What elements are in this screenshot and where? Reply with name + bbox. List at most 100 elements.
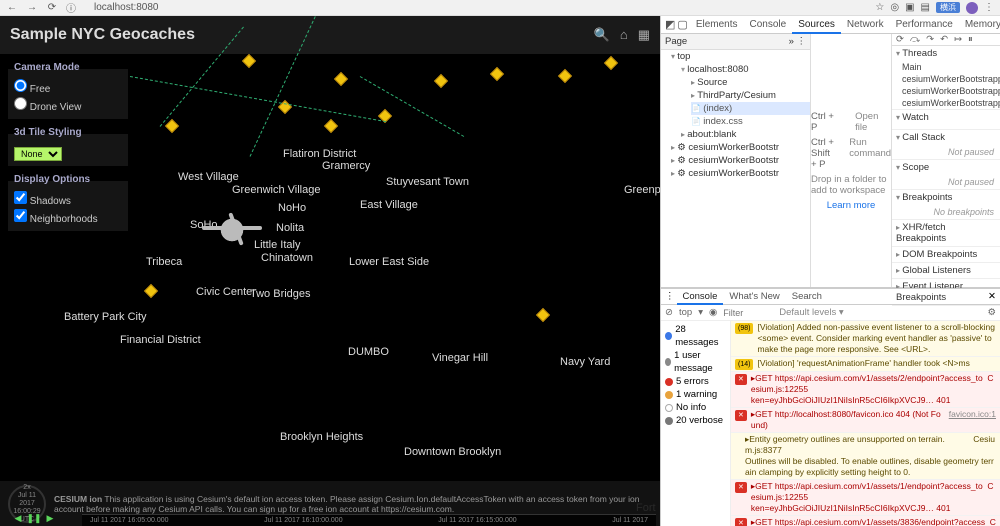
drawer-menu-icon[interactable]: ⋮ xyxy=(665,291,675,302)
thread-item[interactable]: Main xyxy=(892,61,1000,73)
forward-button[interactable]: → xyxy=(26,2,38,13)
learn-more-link[interactable]: Learn more xyxy=(827,200,876,211)
console-settings-icon[interactable]: ⚙ xyxy=(987,307,996,318)
device-icon[interactable]: ▢ xyxy=(677,18,687,31)
debugger-control-icon[interactable]: ⤼ xyxy=(910,34,920,45)
neighborhoods-checkbox[interactable]: Neighborhoods xyxy=(14,209,122,227)
neighborhood-label: DUMBO xyxy=(348,346,389,358)
console-messages[interactable]: (98)[Violation] Added non-passive event … xyxy=(731,321,1000,526)
cesium-viewer[interactable]: Sample NYC Geocaches 🔍 ⌂ ▦ Camera Mode F… xyxy=(0,16,660,526)
shadows-checkbox[interactable]: Shadows xyxy=(14,191,122,209)
debugger-section[interactable]: ScopeNot paused xyxy=(892,160,1000,190)
menu-icon[interactable]: ⋮ xyxy=(984,2,994,13)
tree-top[interactable]: top localhost:8080 SourceThirdParty/Cesi… xyxy=(671,50,810,141)
geocache-marker[interactable] xyxy=(165,119,179,133)
camera-mode-free[interactable]: Free xyxy=(14,79,122,97)
extension-icon[interactable]: ◎ xyxy=(890,2,899,13)
tree-about-blank[interactable]: about:blank xyxy=(681,128,810,141)
geocache-marker[interactable] xyxy=(604,56,618,70)
console-message[interactable]: ✕▸GET https://api.cesium.com/v1/assets/1… xyxy=(731,480,1000,516)
pause-button[interactable]: ❚❚ xyxy=(28,512,40,524)
filter-input[interactable] xyxy=(723,308,773,318)
threads-section[interactable]: Threads MaincesiumWorkerBootstrapper.jsc… xyxy=(892,46,1000,110)
devtools-tab-performance[interactable]: Performance xyxy=(890,17,959,32)
geocache-marker[interactable] xyxy=(144,284,158,298)
extension-icon[interactable]: ▣ xyxy=(905,2,914,13)
neighborhood-label: Stuyvesant Town xyxy=(386,176,469,188)
profile-avatar[interactable] xyxy=(966,2,978,14)
drawer-tab[interactable]: What's New xyxy=(723,290,785,303)
nav-more-icon[interactable]: » ⋮ xyxy=(789,36,806,47)
drawer-tab[interactable]: Search xyxy=(786,290,828,303)
message-count-row[interactable]: 1 user message xyxy=(665,349,726,375)
tree-item[interactable]: Source xyxy=(691,76,810,89)
timeline[interactable]: Jul 11 2017 16:05:00.000Jul 11 2017 16:1… xyxy=(82,514,656,526)
console-message[interactable]: ✕▸GET https://api.cesium.com/v1/assets/3… xyxy=(731,516,1000,526)
eye-icon[interactable]: ◉ xyxy=(709,307,717,318)
page-tab[interactable]: Page xyxy=(665,36,687,47)
camera-mode-drone[interactable]: Drone View xyxy=(14,97,122,115)
console-message[interactable]: ✕▸GET https://api.cesium.com/v1/assets/2… xyxy=(731,372,1000,408)
debugger-section[interactable]: Watch xyxy=(892,110,1000,130)
geocache-marker[interactable] xyxy=(324,119,338,133)
tree-item[interactable]: index.css xyxy=(691,115,810,128)
devtools-tab-network[interactable]: Network xyxy=(841,17,890,32)
drawer-close-icon[interactable]: ✕ xyxy=(988,291,996,302)
message-count-row[interactable]: 20 verbose xyxy=(665,414,726,427)
tree-worker[interactable]: ⚙ cesiumWorkerBootstr xyxy=(671,141,810,154)
drop-hint: Drop in a folder to add to workspace xyxy=(811,174,891,196)
thread-item[interactable]: cesiumWorkerBootstrapper.js xyxy=(892,97,1000,109)
tree-worker[interactable]: ⚙ cesiumWorkerBootstr xyxy=(671,167,810,180)
debugger-control-icon[interactable]: ↶ xyxy=(940,34,948,45)
console-message[interactable]: (98)[Violation] Added non-passive event … xyxy=(731,321,1000,357)
drawer-tab[interactable]: Console xyxy=(677,290,724,305)
sources-editor[interactable]: Ctrl + POpen file Ctrl + Shift + PRun co… xyxy=(811,34,892,287)
message-count-row[interactable]: 5 errors xyxy=(665,375,726,388)
devtools-tab-sources[interactable]: Sources xyxy=(792,17,841,34)
thread-item[interactable]: cesiumWorkerBootstrapper.js xyxy=(892,85,1000,97)
console-message[interactable]: ▸Entity geometry outlines are unsupporte… xyxy=(731,433,1000,480)
geocache-marker[interactable] xyxy=(434,74,448,88)
play-forward-button[interactable]: ▶ xyxy=(44,512,56,524)
console-message[interactable]: ✕▸GET http://localhost:8080/favicon.ico … xyxy=(731,408,1000,433)
inspect-icon[interactable]: ◩ xyxy=(665,18,675,31)
log-levels-select[interactable]: Default levels ▾ xyxy=(779,307,843,318)
message-count-row[interactable]: 28 messages xyxy=(665,323,726,349)
debugger-control-icon[interactable]: ⟳ xyxy=(896,34,904,45)
translate-badge[interactable]: 横浜 xyxy=(936,2,960,13)
reload-button[interactable]: ⟳ xyxy=(46,2,58,13)
message-count-row[interactable]: No info xyxy=(665,401,726,414)
address-bar[interactable]: localhost:8080 xyxy=(84,2,159,13)
play-reverse-button[interactable]: ◀ xyxy=(12,512,24,524)
debugger-section[interactable]: Call StackNot paused xyxy=(892,130,1000,160)
devtools-tab-console[interactable]: Console xyxy=(744,17,793,32)
tree-worker[interactable]: ⚙ cesiumWorkerBootstr xyxy=(671,154,810,167)
devtools-tab-memory[interactable]: Memory xyxy=(959,17,1000,32)
geocache-marker[interactable] xyxy=(490,67,504,81)
debugger-control-icon[interactable]: ↷ xyxy=(926,34,934,45)
debugger-section[interactable]: XHR/fetch Breakpoints xyxy=(892,220,1000,247)
star-icon[interactable]: ☆ xyxy=(875,2,884,13)
site-info-icon[interactable]: ⓘ xyxy=(66,0,76,15)
debugger-section[interactable]: Global Listeners xyxy=(892,263,1000,279)
devtools-tab-elements[interactable]: Elements xyxy=(690,17,744,32)
extension-icon[interactable]: ▤ xyxy=(921,2,930,13)
tree-host[interactable]: localhost:8080 SourceThirdParty/Cesium(i… xyxy=(681,63,810,128)
context-selector[interactable]: top xyxy=(679,307,692,318)
geocache-marker[interactable] xyxy=(558,69,572,83)
debugger-section[interactable]: BreakpointsNo breakpoints xyxy=(892,190,1000,220)
tree-item[interactable]: ThirdParty/Cesium xyxy=(691,89,810,102)
debugger-control-icon[interactable]: ⏸ xyxy=(968,34,973,45)
debugger-section[interactable]: DOM Breakpoints xyxy=(892,247,1000,263)
geocache-marker[interactable] xyxy=(242,54,256,68)
tree-item[interactable]: (index) xyxy=(691,102,810,115)
debugger-control-icon[interactable]: ↦ xyxy=(954,34,962,45)
tile-styling-select[interactable]: None xyxy=(14,147,62,161)
message-count-row[interactable]: 1 warning xyxy=(665,388,726,401)
back-button[interactable]: ← xyxy=(6,2,18,13)
clear-console-icon[interactable]: ⊘ xyxy=(665,307,673,318)
geocache-marker[interactable] xyxy=(536,308,550,322)
console-message[interactable]: (14)[Violation] 'requestAnimationFrame' … xyxy=(731,357,1000,372)
thread-item[interactable]: cesiumWorkerBootstrapper.js xyxy=(892,73,1000,85)
geocache-marker[interactable] xyxy=(334,72,348,86)
